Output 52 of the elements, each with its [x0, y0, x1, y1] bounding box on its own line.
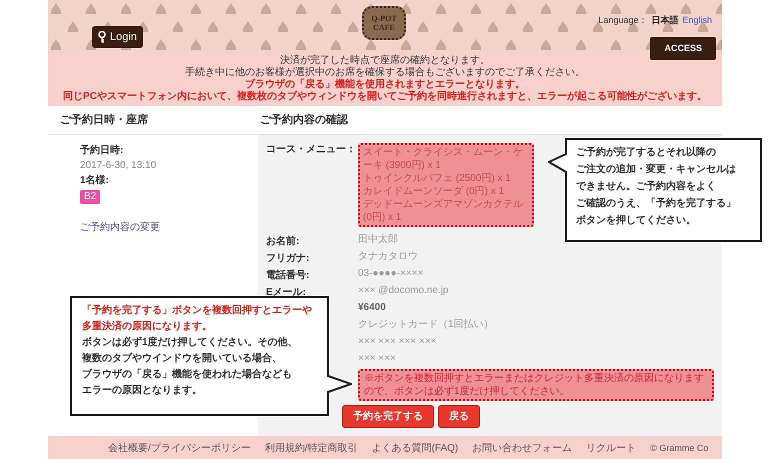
callout-text: できません。ご予約内容をよく [576, 180, 717, 194]
field-label: お名前: [266, 236, 300, 246]
copyright-text: © Gramme Co [650, 442, 708, 455]
notice-text: ブラウザの「戻る」機能を使用されますとエラーとなります。 [245, 79, 525, 90]
callout-text: ご注文の追加・変更・キャンセルは [576, 163, 737, 177]
callout-text: ご確認のうえ、「予約を完了する」 [576, 197, 737, 211]
footer-link[interactable]: リクルート [586, 441, 636, 456]
callout-text: ボタンを押してください。 [576, 214, 697, 228]
footer-link[interactable]: 利用規約/特定商取引 [264, 441, 358, 456]
field-value: 03-●●●●-×××× [358, 267, 424, 281]
logo-text: Q-POT [371, 14, 397, 23]
field-value: 田中太郎 [358, 232, 398, 247]
logo-text: CAFE [373, 23, 395, 32]
complete-reservation-button[interactable]: 予約を完了する [342, 405, 434, 428]
footer-link[interactable]: 会社概要/プライバシーポリシー [108, 441, 251, 456]
seat-badge: B2 [80, 190, 100, 204]
language-option[interactable]: English [682, 14, 712, 28]
field-label: コース・メニュー： [266, 143, 357, 157]
field-label: 電話番号: [266, 270, 310, 280]
callout-text: ご予約が完了するとそれ以降の [576, 146, 717, 160]
language-label: Language： [598, 14, 648, 27]
callout-text: ボタンは必ず1度だけ押してください。その他、 [82, 336, 299, 350]
callout-text: エラーの原因となります。 [82, 384, 203, 398]
field-value: ××× ××× [358, 352, 396, 366]
date-label: 予約日時: [80, 144, 124, 158]
notice-text: 決済が完了した時点で座席の確約となります。 [280, 55, 490, 66]
back-button[interactable]: 戻る [438, 405, 480, 428]
notice-text: 手続き中に他のお客様が選択中のお席を確保する場合もございますのでご了承ください。 [185, 67, 585, 78]
field-label: フリガナ: [266, 252, 310, 264]
field-value: ¥6400 [358, 301, 386, 315]
field-value: クレジットカード（1回払い） [358, 318, 494, 332]
callout-text: ブラウザの「戻る」機能を使われた場合なども [82, 368, 293, 382]
section-heading: ご予約日時・座席 [59, 112, 149, 128]
footer-link[interactable]: お問い合わせフォーム [472, 441, 572, 456]
footer-link[interactable]: よくある質問(FAQ) [372, 441, 458, 456]
change-reservation-link[interactable]: ご予約内容の変更 [80, 220, 160, 235]
party-label: 1名様: [80, 174, 109, 188]
field-label: Eメール: [266, 286, 306, 298]
callout-text: 多重決済の原因になります。 [82, 320, 213, 334]
field-value: タナカタロウ [358, 250, 418, 264]
access-button[interactable]: ACCESS [650, 36, 716, 60]
field-value: ××× ××× ××× ××× [358, 335, 436, 349]
date-value: 2017-6-30, 13:10 [80, 159, 156, 173]
notice-text: 同じPCやスマートフォン内において、複数枚のタブやウィンドウを開いてご予約を同時進行されますと、エラーが起こる可能性がございます。 [63, 91, 707, 103]
callout-text: 複数のタブやウインドウを開いている場合、 [82, 352, 283, 366]
callout-text: 「予約を完了する」ボタンを複数回押すとエラーや [82, 304, 313, 318]
warning-message: ※ボタンを複数回押すとエラーまたはクレジット多重決済の原因になりますので、ボタンは必ず1度だけ押してください。 [358, 369, 714, 401]
field-value: ××× @docomo.ne.jp [358, 284, 448, 298]
section-heading: ご予約内容の確認 [259, 112, 348, 128]
key-icon [98, 30, 106, 43]
language-option[interactable]: 日本語 [651, 14, 678, 28]
login-button[interactable]: Login [92, 26, 143, 48]
